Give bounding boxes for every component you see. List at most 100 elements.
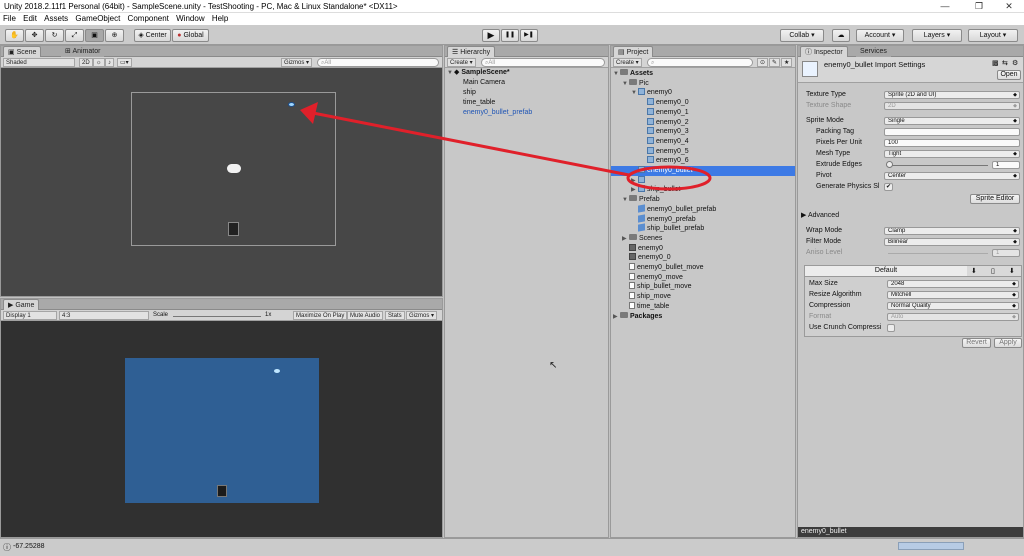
menu-assets[interactable]: Assets [44,13,68,25]
menu-window[interactable]: Window [176,13,204,25]
packing-tag-input[interactable] [884,128,1020,136]
filter-label-icon[interactable]: ✎ [769,58,781,67]
preset-icon[interactable]: ⇆ [1002,59,1008,67]
project-item[interactable]: enemy0_prefab [631,213,696,225]
stats-toggle[interactable]: Stats [385,311,405,320]
project-search-input[interactable]: ⌕ [647,58,753,67]
hierarchy-item-enemy0-bullet-prefab[interactable]: enemy0_bullet_prefab [463,108,532,118]
project-item[interactable]: ▼ Pic [622,78,649,89]
platform-tab-default[interactable]: Default [805,266,967,276]
tab-project[interactable]: ▤ Project [613,46,654,57]
audio-icon[interactable]: ♪ [105,58,114,67]
mode-2d-toggle[interactable]: 2D [79,58,93,67]
project-item[interactable]: ▶ ship_bullet [631,185,680,195]
extrude-edges-slider[interactable] [888,165,988,166]
project-item[interactable]: enemy0_bullet_move [622,263,704,273]
enemy-bullet-sprite[interactable] [288,102,295,107]
wrap-mode-dropdown[interactable]: Clamp ◆ [884,227,1020,235]
layers-dropdown[interactable]: Layers ▾ [912,29,962,42]
project-item[interactable]: enemy0_6 [640,156,689,166]
move-tool-icon[interactable]: ✥ [25,29,44,42]
extrude-edges-input[interactable]: 1 [992,161,1020,169]
cloud-icon[interactable]: ☁ [832,29,850,42]
project-item[interactable]: ▼ enemy0 [631,88,672,98]
project-item[interactable]: ▶ Packages [613,311,662,323]
account-dropdown[interactable]: Account ▾ [856,29,904,42]
tab-services[interactable]: Services [856,46,891,57]
project-item[interactable]: enemy0_0 [640,98,689,108]
project-item[interactable]: ▶ Scenes [622,233,662,244]
project-item[interactable]: enemy0 [622,243,663,254]
close-button[interactable]: ✕ [994,1,1024,12]
gizmos-dropdown[interactable]: Gizmos ▾ [281,58,313,67]
tab-game[interactable]: ▶ Game [3,299,40,310]
filter-mode-dropdown[interactable]: Bilinear ◆ [884,238,1020,246]
menu-component[interactable]: Component [128,13,169,25]
help-icon[interactable]: ▩ [992,59,999,67]
game-gizmos-dropdown[interactable]: Gizmos ▾ [406,311,438,320]
extrude-edges-slider-thumb[interactable] [886,161,893,168]
enemy-sprite[interactable] [227,164,241,173]
mesh-type-dropdown[interactable]: Tight ◆ [884,150,1020,158]
minimize-button[interactable]: — [930,1,960,12]
hierarchy-item-main-camera[interactable]: Main Camera [463,78,505,88]
project-item[interactable]: enemy0_5 [640,146,689,157]
expand-arrow-icon[interactable]: ▶ [613,313,620,323]
menu-help[interactable]: Help [212,13,228,25]
sprite-mode-dropdown[interactable]: Single ◆ [884,117,1020,125]
pivot-dropdown[interactable]: Center ◆ [884,172,1020,180]
tab-hierarchy[interactable]: ☰ Hierarchy [447,46,496,57]
play-button[interactable]: ▶ [482,29,500,42]
project-item[interactable]: ▼ Assets [613,69,653,79]
project-item[interactable]: ship_move [622,292,671,302]
project-item[interactable]: ▶ [631,175,647,186]
filter-type-icon[interactable]: ⊙ [757,58,769,67]
project-item[interactable]: enemy0_2 [640,117,689,128]
menu-file[interactable]: File [3,13,16,25]
effects-icon[interactable]: ▭▾ [117,58,132,67]
project-item[interactable]: enemy0_3 [640,127,689,137]
sprite-editor-button[interactable]: Sprite Editor [970,194,1020,204]
shading-dropdown[interactable]: Shaded [3,58,75,67]
project-item[interactable]: enemy0_bullet [611,166,795,176]
download-icon[interactable]: ⬇ [971,267,977,275]
scale-slider[interactable] [173,316,261,317]
pivot-center-button[interactable]: ◈ Center [134,29,171,42]
expand-arrow-icon[interactable]: ▼ [622,196,629,206]
space-global-button[interactable]: ● Global [172,29,209,42]
project-item[interactable]: ship_bullet_prefab [631,223,704,234]
display-dropdown[interactable]: Display 1 [3,311,57,320]
hierarchy-search-input[interactable]: ⌕All [481,58,605,67]
project-item[interactable]: ▼ Prefab [622,195,660,205]
pause-button[interactable]: ❚❚ [501,29,519,42]
layout-dropdown[interactable]: Layout ▾ [968,29,1018,42]
project-item[interactable]: enemy0_bullet_prefab [631,204,716,215]
menu-gameobject[interactable]: GameObject [75,13,120,25]
hierarchy-item-ship[interactable]: ship [463,88,476,98]
open-button[interactable]: Open [997,70,1021,80]
project-item[interactable]: ship_bullet_move [622,282,691,292]
advanced-foldout[interactable]: ▶ Advanced [801,211,839,219]
project-item[interactable]: time_table [622,301,669,312]
web-icon[interactable]: ⬇ [1009,267,1015,275]
project-item[interactable]: enemy0_move [622,272,683,283]
rotate-tool-icon[interactable]: ↻ [45,29,64,42]
pixels-per-unit-input[interactable]: 100 [884,139,1020,147]
apply-button[interactable]: Apply [994,338,1022,348]
maximize-button[interactable]: ❐ [964,1,994,12]
generate-physics-checkbox[interactable]: ✔ [884,183,893,191]
project-item[interactable]: enemy0_1 [640,107,689,118]
lighting-icon[interactable]: ☼ [93,58,105,67]
menu-edit[interactable]: Edit [23,13,37,25]
expand-arrow-icon[interactable]: ▼ [613,70,620,80]
compression-dropdown[interactable]: Normal Quality ◆ [887,302,1019,310]
resize-algorithm-dropdown[interactable]: Mitchell ◆ [887,291,1019,299]
game-viewport[interactable] [1,321,442,537]
ship-sprite[interactable] [228,222,239,236]
favorite-icon[interactable]: ★ [781,58,793,67]
mobile-icon[interactable]: ▯ [991,267,995,275]
rect-tool-icon[interactable]: ▣ [85,29,104,42]
project-item[interactable]: enemy0_4 [640,136,689,147]
revert-button[interactable]: Revert [962,338,991,348]
preview-header[interactable]: enemy0_bullet [798,527,1023,537]
